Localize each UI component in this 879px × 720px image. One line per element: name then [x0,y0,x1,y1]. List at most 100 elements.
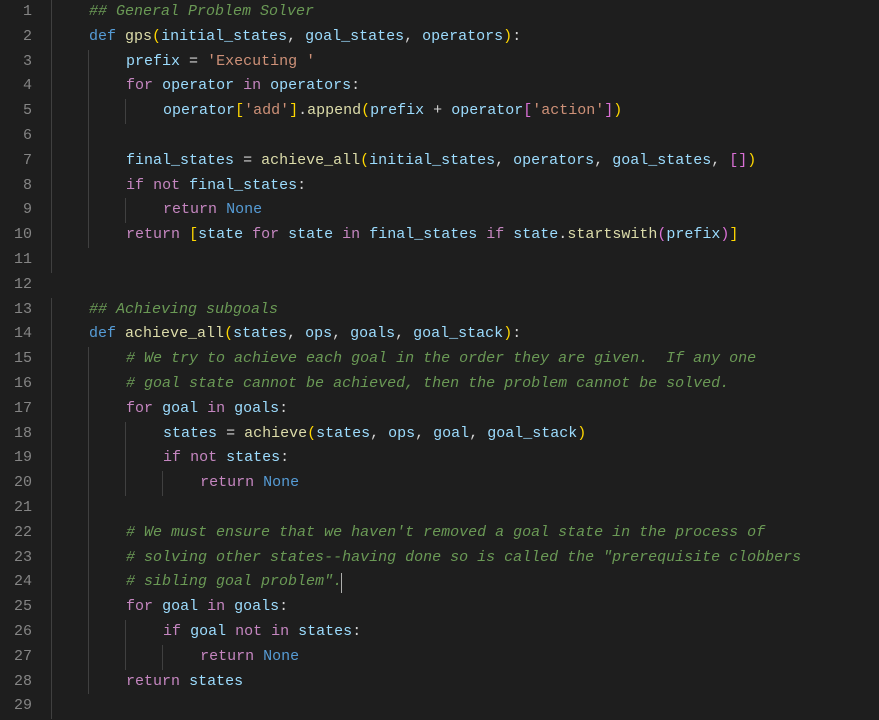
token-bracket: ] [729,226,738,243]
token-bracket: ( [307,425,316,442]
indent-guide [51,570,89,595]
indent-guide [88,397,126,422]
code-line[interactable]: if not states: [52,446,879,471]
line-number: 13 [0,298,32,323]
token-punc: . [558,226,567,243]
code-line[interactable]: for goal in goals: [52,397,879,422]
code-line[interactable]: if not final_states: [52,174,879,199]
code-line[interactable]: # solving other states--having done so i… [52,546,879,571]
indent-guide [51,372,89,397]
code-line[interactable]: final_states = achieve_all(initial_state… [52,149,879,174]
code-line[interactable]: for goal in goals: [52,595,879,620]
token-var: goals [234,598,279,615]
token-var: states [189,673,243,690]
token-comment: # sibling goal problem". [126,573,342,590]
token-bracket2: [ [523,102,532,119]
code-line[interactable]: ## General Problem Solver [52,0,879,25]
code-line[interactable]: return None [52,471,879,496]
code-area[interactable]: ## General Problem Solver def gps(initia… [46,0,879,720]
code-line[interactable]: ## Achieving subgoals [52,298,879,323]
indent-guide [88,99,126,124]
token-keyword: in [207,598,225,615]
token-punc [181,623,190,640]
code-line[interactable]: return states [52,670,879,695]
code-line[interactable]: def achieve_all(states, ops, goals, goal… [52,322,879,347]
code-line[interactable]: # We must ensure that we haven't removed… [52,521,879,546]
indent-guide [88,670,126,695]
code-line[interactable]: # We try to achieve each goal in the ord… [52,347,879,372]
line-number: 5 [0,99,32,124]
token-comment: # We try to achieve each goal in the ord… [126,350,756,367]
indent-guide [88,521,126,546]
token-keyword: in [342,226,360,243]
line-number: 27 [0,645,32,670]
token-punc: : [512,28,521,45]
line-number: 17 [0,397,32,422]
token-punc [289,623,298,640]
code-line[interactable]: def gps(initial_states, goal_states, ope… [52,25,879,50]
code-line[interactable]: for operator in operators: [52,74,879,99]
indent-guide [51,397,89,422]
indent-guide [51,471,89,496]
token-punc [226,623,235,640]
indent-guide [51,248,89,273]
token-bracket2: ] [604,102,613,119]
code-line[interactable]: # goal state cannot be achieved, then th… [52,372,879,397]
indent-guide [51,74,89,99]
token-punc: : [512,325,521,342]
line-number: 2 [0,25,32,50]
line-number: 1 [0,0,32,25]
token-punc: , [594,152,612,169]
token-punc: : [297,177,306,194]
indent-guide [51,446,89,471]
token-keyword: if [163,449,181,466]
token-var: initial_states [161,28,287,45]
line-number: 21 [0,496,32,521]
code-line[interactable] [52,124,879,149]
code-editor[interactable]: 1234567891011121314151617181920212223242… [0,0,879,720]
token-punc: , [415,425,433,442]
indent-guide [88,74,126,99]
code-line[interactable]: return None [52,645,879,670]
code-line[interactable] [52,496,879,521]
code-line[interactable]: return [state for state in final_states … [52,223,879,248]
token-punc: : [279,400,288,417]
token-keyword: not [153,177,180,194]
code-line[interactable]: if goal not in states: [52,620,879,645]
token-punc [217,201,226,218]
indent-guide [51,422,89,447]
token-var: goal_states [305,28,404,45]
token-var: ops [305,325,332,342]
token-func: achieve_all [125,325,224,342]
indent-guide [88,198,126,223]
token-punc [261,77,270,94]
code-line[interactable]: return None [52,198,879,223]
token-var: prefix [126,53,180,70]
line-number: 8 [0,174,32,199]
indent-guide [51,645,89,670]
indent-guide [125,471,163,496]
line-number: 10 [0,223,32,248]
token-var: operators [422,28,503,45]
line-number: 24 [0,570,32,595]
indent-guide [51,223,89,248]
token-bracket2: ] [738,152,747,169]
code-line[interactable]: states = achieve(states, ops, goal, goal… [52,422,879,447]
token-var: goal_stack [487,425,577,442]
token-keyword: return [163,201,217,218]
code-line[interactable]: prefix = 'Executing ' [52,50,879,75]
code-line[interactable]: operator['add'].append(prefix + operator… [52,99,879,124]
indent-guide [51,0,89,25]
token-punc [254,474,263,491]
line-number-gutter: 1234567891011121314151617181920212223242… [0,0,46,720]
code-line[interactable] [52,694,879,719]
code-line[interactable]: # sibling goal problem". [52,570,879,595]
token-punc [153,400,162,417]
indent-guide [51,620,89,645]
token-var: goal [190,623,226,640]
code-line[interactable] [52,248,879,273]
token-var: operator [451,102,523,119]
indent-guide [162,645,200,670]
code-line[interactable] [52,273,879,298]
token-punc [198,400,207,417]
